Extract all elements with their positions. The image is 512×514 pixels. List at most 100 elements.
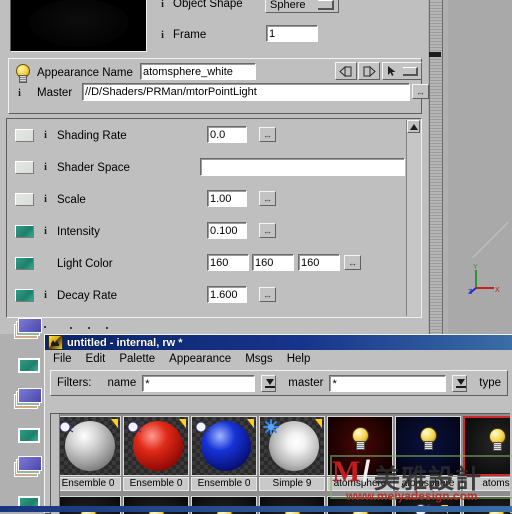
ruler-tick (44, 326, 46, 328)
param-list-scrollbar[interactable] (406, 120, 420, 316)
frame-input[interactable]: 1 (266, 25, 318, 42)
badge-triangle-icon (111, 419, 118, 428)
filter-name-dropdown-icon[interactable] (260, 374, 277, 392)
menu-item-palette[interactable]: Palette (119, 353, 155, 365)
shader-space-enable-swatch[interactable] (15, 161, 34, 174)
parameter-list: i Shading Rate 0.0 ↔ i Shader Space i Sc… (6, 118, 422, 318)
editor-scrollbar-thumb[interactable] (429, 52, 441, 57)
shading-rate-spin-button[interactable]: ↔ (259, 127, 276, 142)
light-color-spin-button[interactable]: ↔ (344, 255, 361, 270)
decay-rate-spin-button[interactable]: ↔ (259, 287, 276, 302)
ruler-tick (106, 327, 108, 329)
list-item[interactable]: atoms (463, 416, 510, 494)
info-icon[interactable]: i (158, 30, 167, 41)
scale-label: Scale (57, 193, 86, 206)
bulb-icon (352, 427, 369, 450)
appearance-grid[interactable]: Ensemble 0 Ensemble 0 Ensemble 0 Simple … (50, 413, 510, 514)
material-swatch-icon[interactable] (18, 358, 40, 373)
viewport-3d[interactable]: Y X Z (448, 0, 512, 334)
starburst-icon (59, 421, 74, 433)
snowflake-icon (263, 419, 279, 435)
bulb-icon (15, 64, 30, 83)
appearance-preview[interactable] (10, 0, 147, 52)
master-label: Master (37, 87, 73, 99)
appearance-name-input[interactable]: atomsphere_white (140, 63, 256, 80)
light-color-label: Light Color (57, 257, 113, 270)
info-icon[interactable]: i (41, 226, 50, 237)
intensity-spin-button[interactable]: ↔ (259, 223, 276, 238)
preview-sphere (29, 0, 129, 47)
list-item[interactable]: Ensemble 0 (123, 416, 189, 494)
shading-rate-label: Shading Rate (57, 129, 127, 142)
pick-icon[interactable] (382, 62, 422, 80)
menu-item-msgs[interactable]: Msgs (245, 353, 272, 365)
menu-item-help[interactable]: Help (287, 353, 311, 365)
palette-window-title: untitled - internal, rw * (67, 336, 183, 349)
light-color-enable-swatch[interactable] (15, 257, 34, 270)
appearance-name-group: Appearance Name atomsphere_white i Maste… (8, 58, 429, 114)
intensity-enable-swatch[interactable] (15, 225, 34, 238)
scale-enable-swatch[interactable] (15, 193, 34, 206)
decay-rate-input[interactable]: 1.600 (207, 286, 247, 303)
material-swatch-icon[interactable] (18, 428, 40, 443)
svg-text:Z: Z (468, 289, 473, 296)
badge-triangle-icon (315, 419, 322, 428)
filter-name-input[interactable]: * (142, 374, 255, 392)
filter-master-label: master (288, 377, 324, 389)
svg-text:Y: Y (473, 264, 478, 271)
decay-rate-enable-swatch[interactable] (15, 289, 34, 302)
decay-rate-label: Decay Rate (57, 289, 118, 302)
info-icon[interactable]: i (158, 0, 167, 10)
editor-vertical-scrollbar[interactable] (429, 0, 443, 334)
shading-rate-input[interactable]: 0.0 (207, 126, 247, 143)
list-item[interactable]: Simple 9 (259, 416, 325, 494)
menu-item-file[interactable]: File (53, 353, 72, 365)
layer-stack-icon[interactable] (14, 456, 42, 477)
menu-item-edit[interactable]: Edit (86, 353, 106, 365)
shading-rate-enable-swatch[interactable] (15, 129, 34, 142)
appearance-editor-panel: i Object Shape Sphere i Frame 1 Appearan… (0, 0, 429, 334)
prev-icon[interactable] (335, 62, 357, 80)
object-shape-dropdown[interactable]: Sphere (265, 0, 339, 13)
info-icon[interactable]: i (41, 290, 50, 301)
list-item[interactable]: atomsphere (395, 416, 461, 494)
filter-master-input[interactable]: * (329, 374, 446, 392)
menu-item-appearance[interactable]: Appearance (169, 353, 231, 365)
layer-stack-icon[interactable] (14, 318, 42, 339)
palette-title-bar[interactable]: untitled - internal, rw * (45, 335, 512, 350)
light-color-g-input[interactable]: 160 (252, 254, 294, 271)
light-color-b-input[interactable]: 160 (298, 254, 340, 271)
master-info-icon[interactable]: i (15, 87, 24, 99)
axis-gizmo: Y X Z (468, 264, 500, 296)
object-shape-value: Sphere (270, 0, 306, 11)
list-item-label: Simple 9 (259, 477, 325, 491)
next-icon[interactable] (358, 62, 380, 80)
info-icon[interactable]: i (41, 130, 50, 141)
scroll-up-button[interactable] (407, 120, 420, 133)
light-color-r-input[interactable]: 160 (207, 254, 249, 271)
list-item[interactable]: atomsphere (327, 416, 393, 494)
filter-master-dropdown-icon[interactable] (451, 374, 468, 392)
starburst-icon (127, 421, 142, 433)
filter-bar: Filters: name * master * type (50, 370, 508, 396)
starburst-icon (195, 421, 210, 433)
info-icon[interactable]: i (41, 162, 50, 173)
filter-name-label: name (107, 377, 137, 389)
shader-space-input[interactable] (200, 158, 405, 176)
master-spin-button[interactable]: ↔ (412, 84, 429, 99)
intensity-input[interactable]: 0.100 (207, 222, 247, 239)
layer-stack-icon[interactable] (14, 388, 42, 409)
scale-input[interactable]: 1.00 (207, 190, 247, 207)
info-icon[interactable]: i (41, 194, 50, 205)
scale-spin-button[interactable]: ↔ (259, 191, 276, 206)
list-item-label: atoms (463, 477, 510, 491)
list-item[interactable]: Ensemble 0 (55, 416, 121, 494)
badge-triangle-icon (179, 419, 186, 428)
bulb-icon (420, 427, 437, 450)
master-input[interactable]: //D/Shaders/PRMan/mtorPointLight (82, 83, 410, 101)
list-item-label: Ensemble 0 (123, 477, 189, 491)
grid-scrollbar[interactable] (51, 414, 60, 514)
list-item-label: Ensemble 0 (55, 477, 121, 491)
list-item[interactable]: Ensemble 0 (191, 416, 257, 494)
object-shape-row: i Object Shape (158, 0, 243, 10)
